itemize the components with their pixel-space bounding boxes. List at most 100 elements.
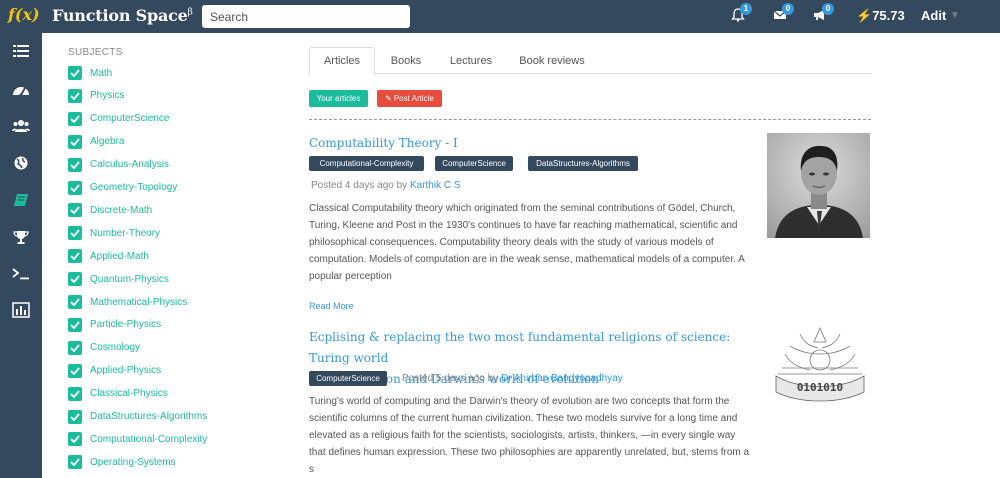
article-tag[interactable]: ComputerScience <box>435 156 513 171</box>
subject-label: Quantum-Physics <box>90 273 169 285</box>
subject-filter-item[interactable]: Discrete-Math <box>68 202 152 218</box>
subject-filter-item[interactable]: Number-Theory <box>68 225 160 241</box>
rail-books-button[interactable] <box>0 185 42 215</box>
tab-lectures[interactable]: Lectures <box>445 47 497 74</box>
subject-checkbox[interactable] <box>68 386 82 401</box>
article-title[interactable]: Computability Theory - I <box>309 133 458 154</box>
subject-filter-item[interactable]: Algebra <box>68 134 124 150</box>
subject-label: Calculus-Analysis <box>90 159 169 171</box>
rail-terminal-button[interactable] <box>0 259 42 289</box>
check-icon <box>70 183 80 192</box>
rail-trophy-button[interactable] <box>0 222 42 252</box>
check-icon <box>70 458 80 467</box>
subject-checkbox[interactable] <box>68 295 82 309</box>
subject-filter-item[interactable]: Operating-Systems <box>68 454 176 470</box>
post-article-label: Post Article <box>393 94 434 103</box>
article-excerpt: Turing's world of computing and the Darw… <box>309 396 750 475</box>
subject-filter-item[interactable]: Computational-Complexity <box>68 431 207 447</box>
subject-checkbox[interactable] <box>68 134 82 149</box>
subject-filter-item[interactable]: Calculus-Analysis <box>68 157 169 173</box>
subject-filter-item[interactable]: Applied-Math <box>68 248 149 264</box>
subject-checkbox[interactable] <box>68 88 82 103</box>
subject-filter-item[interactable]: Geometry-Topology <box>68 180 177 196</box>
post-article-button[interactable]: ✎ Post Article <box>377 90 442 107</box>
messages-button[interactable]: 0 <box>773 3 795 28</box>
turing-tape-illustration: 0101010 <box>775 326 865 402</box>
rail-stats-button[interactable] <box>0 295 42 325</box>
subject-checkbox[interactable] <box>68 272 82 287</box>
subject-filter-item[interactable]: Applied-Physics <box>68 363 161 379</box>
read-more-link[interactable]: Read More <box>309 301 354 311</box>
subject-filter-item[interactable]: Classical-Physics <box>68 386 168 402</box>
subject-label: Geometry-Topology <box>90 182 178 193</box>
author-link[interactable]: Karthik C S <box>410 180 461 191</box>
globe-icon <box>14 156 28 170</box>
check-icon <box>70 275 80 284</box>
logo-icon[interactable]: f(x) <box>8 5 40 24</box>
chart-icon <box>12 302 30 318</box>
announcements-badge: 0 <box>822 3 834 15</box>
rail-dashboard-button[interactable] <box>0 74 42 104</box>
chevron-down-icon[interactable]: ▼ <box>950 10 960 21</box>
notifications-button[interactable]: 1 <box>731 3 753 28</box>
brand-beta: β <box>187 7 193 18</box>
subject-checkbox[interactable] <box>68 66 82 80</box>
subject-checkbox[interactable] <box>68 249 82 264</box>
user-menu[interactable]: Adit <box>921 8 946 23</box>
article-meta: Posted 4 days ago by Karthik C S <box>311 180 461 191</box>
brand-name[interactable]: Function Spaceβ <box>52 6 193 25</box>
subject-checkbox[interactable] <box>68 340 82 355</box>
tab-books[interactable]: Books <box>381 47 431 74</box>
check-icon <box>70 321 80 329</box>
subject-label: Number-Theory <box>90 227 161 239</box>
article-tag[interactable]: ComputerScience <box>309 371 387 386</box>
subject-filter-item[interactable]: Cosmology <box>68 340 140 356</box>
subject-checkbox[interactable] <box>68 409 82 424</box>
check-icon <box>70 252 80 261</box>
article-tag[interactable]: Computational-Complexity <box>309 156 424 171</box>
announcements-button[interactable]: 0 <box>813 3 835 28</box>
subject-checkbox[interactable] <box>68 226 82 241</box>
subject-checkbox[interactable] <box>68 111 82 126</box>
article-thumbnail[interactable]: 0101010 <box>770 324 870 404</box>
subject-checkbox[interactable] <box>68 455 82 470</box>
tab-book-reviews[interactable]: Book reviews <box>515 47 589 74</box>
subject-filter-item[interactable]: Mathematical-Physics <box>68 294 187 310</box>
check-icon <box>70 115 80 123</box>
subject-filter-item[interactable]: Particle-Physics <box>68 317 161 333</box>
subject-filter-item[interactable]: Math <box>68 65 112 81</box>
article-thumbnail[interactable] <box>767 133 870 238</box>
subject-label: Operating-Systems <box>90 456 176 468</box>
subject-checkbox[interactable] <box>68 203 82 218</box>
subject-filter-item[interactable]: Physics <box>68 88 124 104</box>
search-input[interactable] <box>202 5 410 28</box>
subject-checkbox[interactable] <box>68 157 82 172</box>
article-title-line: Ecplising & replacing the two most funda… <box>309 330 731 365</box>
rail-users-button[interactable] <box>0 111 42 141</box>
rail-list-button[interactable] <box>0 36 42 66</box>
subject-filter-item[interactable]: ComputerScience <box>68 111 169 127</box>
check-icon <box>70 367 80 375</box>
rail-globe-button[interactable] <box>0 148 42 178</box>
trophy-icon <box>13 230 29 244</box>
your-articles-button[interactable]: Your articles <box>309 90 368 107</box>
terminal-icon <box>12 268 29 280</box>
list-icon <box>13 45 29 57</box>
dashboard-icon <box>13 87 29 96</box>
subject-checkbox[interactable] <box>68 363 82 378</box>
subject-label: Computational-Complexity <box>90 433 208 445</box>
content-tabs: Articles Books Lectures Book reviews <box>309 47 871 75</box>
posted-text: Posted 5 days ago by <box>402 373 499 384</box>
tab-articles[interactable]: Articles <box>309 47 375 75</box>
subject-filter-item[interactable]: DataStructures-Algorithms <box>68 409 207 425</box>
article-tag[interactable]: DataStructures-Algorithms <box>528 156 638 171</box>
subject-checkbox[interactable] <box>68 317 82 332</box>
subject-checkbox[interactable] <box>68 180 82 195</box>
subject-filter-item[interactable]: Quantum-Physics <box>68 271 169 287</box>
subject-label: Physics <box>90 90 125 102</box>
points-display[interactable]: ⚡75.73 <box>856 8 905 24</box>
author-link[interactable]: Dr Anirban Bandyopadhyay <box>501 373 623 384</box>
subject-label: Applied-Math <box>90 250 149 262</box>
subject-checkbox[interactable] <box>68 432 82 447</box>
check-icon <box>70 92 80 100</box>
